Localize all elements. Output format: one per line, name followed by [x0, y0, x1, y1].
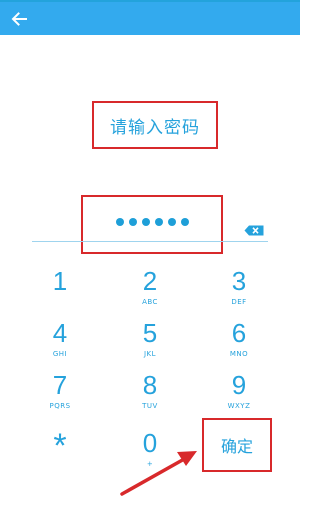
key-digit: 9 [231, 370, 247, 400]
key-5[interactable]: 5 JKL [120, 318, 180, 368]
arrow-left-icon [11, 12, 27, 26]
key-digit: 2 [142, 266, 158, 296]
confirm-button[interactable]: 确定 [202, 418, 272, 472]
pin-input-underline [32, 241, 268, 242]
key-1[interactable]: 1 [30, 266, 90, 316]
key-letters: TUV [142, 402, 158, 410]
key-3[interactable]: 3 DEF [209, 266, 269, 316]
back-button[interactable] [6, 6, 32, 32]
key-digit: 3 [231, 266, 247, 296]
key-digit: * [53, 427, 67, 465]
key-letters: ABC [142, 298, 158, 306]
key-digit: 7 [52, 370, 68, 400]
key-digit: 6 [231, 318, 247, 348]
key-letters: JKL [143, 350, 157, 358]
confirm-label: 确定 [220, 437, 253, 456]
key-8[interactable]: 8 TUV [120, 370, 180, 420]
pin-dot [115, 218, 124, 226]
pin-dot [167, 218, 176, 226]
key-2[interactable]: 2 ABC [120, 266, 180, 316]
backspace-icon [244, 225, 264, 236]
key-7[interactable]: 7 PQRS [30, 370, 90, 420]
key-4[interactable]: 4 GHI [30, 318, 90, 368]
key-letters: WXYZ [227, 402, 251, 410]
key-digit: 0 [142, 428, 158, 458]
key-letters: + [146, 460, 154, 468]
key-letters: MNO [229, 350, 249, 358]
delete-button[interactable] [244, 221, 264, 236]
key-star[interactable]: * [30, 426, 90, 476]
key-9[interactable]: 9 WXYZ [209, 370, 269, 420]
pin-dot [128, 218, 137, 226]
key-digit: 8 [142, 370, 158, 400]
pin-dot [180, 218, 189, 226]
pin-dots [83, 218, 221, 226]
key-letters: GHI [52, 350, 68, 358]
key-digit: 5 [142, 318, 158, 348]
pin-dot [141, 218, 150, 226]
key-digit: 1 [52, 266, 68, 296]
prompt-highlight-box: 请输入密码 [92, 101, 218, 149]
key-0[interactable]: 0 + [120, 428, 180, 478]
app-bar [0, 2, 300, 35]
key-letters: PQRS [49, 402, 71, 410]
pin-highlight-box [81, 195, 223, 254]
pin-dot [154, 218, 163, 226]
key-6[interactable]: 6 MNO [209, 318, 269, 368]
key-letters: DEF [231, 298, 247, 306]
password-prompt: 请输入密码 [110, 117, 200, 138]
key-digit: 4 [52, 318, 68, 348]
